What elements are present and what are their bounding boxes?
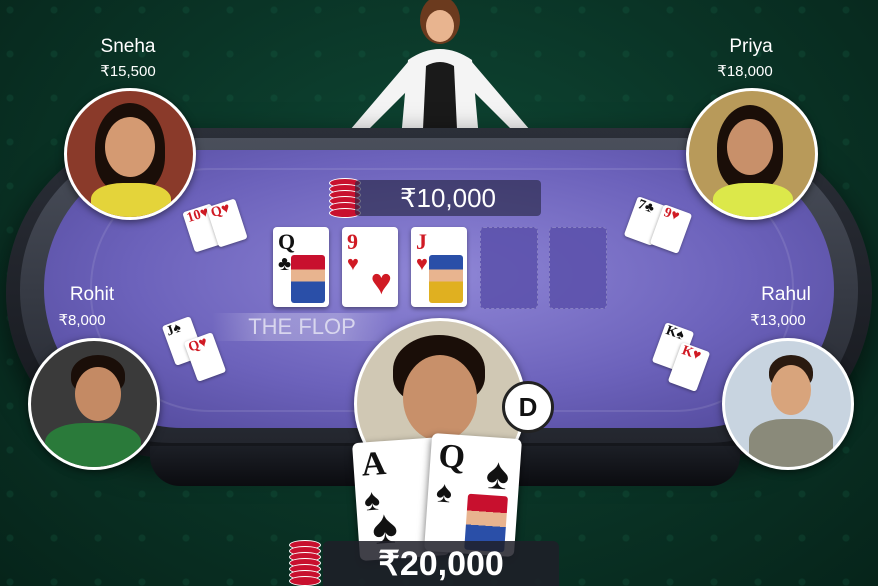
hero-chip-stack [289,540,321,586]
avatar-priya[interactable] [686,88,818,220]
hero-stack-amount: ₹20,000 [323,541,559,586]
community-card-3[interactable]: J ♥ [411,227,467,307]
player-stack-rohit: ₹8,000 [58,312,106,329]
card-rank: 9 [347,229,358,254]
hero-card-2[interactable]: Q ♠ ♠ [423,433,523,557]
avatar-rohit[interactable] [28,338,160,470]
community-card-1[interactable]: Q ♣ [273,227,329,307]
pot-amount: ₹10,000 [355,180,541,216]
card-suit: ♠ [434,475,454,510]
card-rank: Q [278,229,296,254]
dealer-button: D [502,381,554,433]
avatar-rahul[interactable] [722,338,854,470]
player-name-rohit: Rohit [69,284,115,305]
stage-label: THE FLOP [212,313,392,341]
card-rank: Q [437,437,467,477]
player-stack-sneha: ₹15,500 [100,63,156,80]
spade-icon: ♠ [484,448,512,500]
card-suit: ♣ [278,253,292,275]
heart-icon: ♥ [370,261,392,302]
player-name-priya: Priya [729,36,773,57]
card-rank: A [360,445,388,484]
jack-face-icon [429,255,463,303]
card-rank: J [416,229,427,254]
turn-card-slot [480,227,538,309]
player-stack-priya: ₹18,000 [717,63,773,80]
player-stack-rahul: ₹13,000 [750,312,806,329]
player-name-sneha: Sneha [100,36,156,57]
river-card-slot [549,227,607,309]
player-name-rahul: Rahul [761,284,811,305]
card-suit: ♥ [347,253,359,275]
card-suit: ♥ [416,253,428,275]
community-card-2[interactable]: 9 ♥ ♥ [342,227,398,307]
queen-face-icon [291,255,325,303]
avatar-sneha[interactable] [64,88,196,220]
